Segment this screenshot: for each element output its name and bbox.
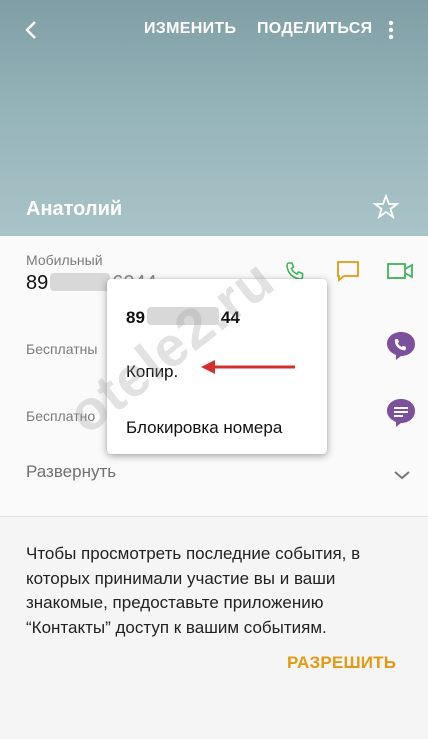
message-button[interactable]: [335, 259, 361, 283]
edit-button[interactable]: ИЗМЕНИТЬ: [144, 20, 236, 38]
allow-button[interactable]: РАЗРЕШИТЬ: [287, 653, 396, 673]
star-icon: [373, 194, 399, 220]
popup-phone-prefix: 89: [126, 308, 145, 327]
video-icon: [387, 263, 413, 279]
expand-label[interactable]: Развернуть: [26, 462, 116, 482]
back-icon: [25, 21, 36, 39]
block-number-menu-item[interactable]: Блокировка номера: [126, 418, 282, 438]
message-icon: [337, 261, 359, 282]
more-options-button[interactable]: [382, 16, 400, 44]
chevron-down-icon: [394, 471, 410, 480]
viber-message-icon: [387, 399, 415, 427]
more-icon: [388, 20, 394, 40]
contact-header: ИЗМЕНИТЬ ПОДЕЛИТЬСЯ Анатолий: [0, 0, 428, 236]
share-button[interactable]: ПОДЕЛИТЬСЯ: [257, 20, 372, 38]
free-call-label: Бесплатны: [26, 341, 98, 357]
back-button[interactable]: [18, 16, 46, 44]
phone-icon: [286, 262, 304, 280]
phone-prefix: 89: [26, 272, 49, 294]
viber-call-button[interactable]: [385, 330, 417, 362]
viber-message-button[interactable]: [385, 397, 417, 429]
favorite-button[interactable]: [371, 192, 401, 222]
arrow-icon: [201, 360, 295, 374]
video-call-button[interactable]: [386, 259, 414, 283]
expand-button[interactable]: [390, 463, 414, 487]
contact-name: Анатолий: [26, 198, 123, 220]
events-permission-text: Чтобы просмотреть последние события, в к…: [26, 544, 361, 637]
viber-call-icon: [387, 332, 415, 360]
blurred-digits: [50, 273, 111, 291]
divider: [0, 516, 428, 517]
mobile-label: Мобильный: [26, 252, 103, 268]
